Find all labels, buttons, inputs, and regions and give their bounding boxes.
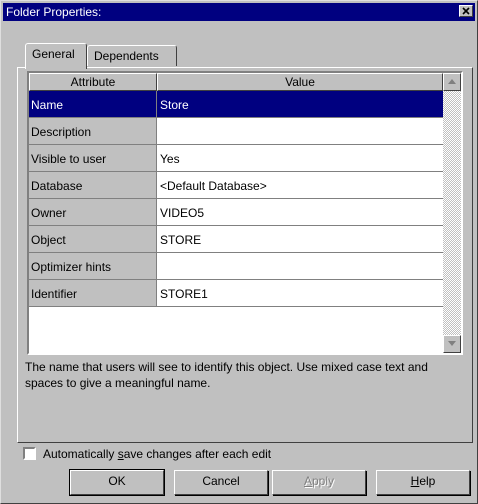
table-row[interactable]: Optimizer hints (29, 253, 443, 280)
folder-properties-dialog: Folder Properties: General Dependents At… (0, 0, 478, 504)
attribute-cell[interactable]: Visible to user (29, 145, 157, 172)
vertical-scrollbar[interactable] (443, 73, 461, 353)
help-button[interactable]: Help (376, 470, 470, 495)
close-button[interactable] (459, 5, 473, 17)
autosave-label: Automatically save changes after each ed… (43, 447, 272, 461)
tab-dependents[interactable]: Dependents (87, 45, 177, 66)
column-header-value[interactable]: Value (157, 73, 443, 91)
close-icon (462, 7, 470, 15)
attribute-cell[interactable]: Description (29, 118, 157, 145)
value-cell[interactable] (157, 118, 443, 145)
table-row[interactable]: Visible to user Yes (29, 145, 443, 172)
column-header-attribute[interactable]: Attribute (29, 73, 157, 91)
table-row[interactable]: Description (29, 118, 443, 145)
apply-button[interactable]: Apply (272, 470, 366, 495)
table-row[interactable]: Object STORE (29, 226, 443, 253)
value-cell[interactable]: Store (157, 91, 443, 118)
value-cell[interactable]: Yes (157, 145, 443, 172)
tab-general[interactable]: General (25, 43, 87, 69)
attribute-grid: Attribute Value Name Store Description Visi… (27, 71, 463, 355)
arrow-down-icon (448, 341, 456, 346)
table-row[interactable]: Name Store (29, 91, 443, 118)
value-cell[interactable]: STORE1 (157, 280, 443, 307)
title-bar: Folder Properties: (3, 3, 475, 21)
scroll-down-button[interactable] (443, 335, 461, 353)
attribute-description: The name that users will see to identify… (25, 360, 428, 390)
value-cell[interactable]: VIDEO5 (157, 199, 443, 226)
table-row[interactable]: Identifier STORE1 (29, 280, 443, 307)
scroll-up-button[interactable] (443, 73, 461, 91)
tab-general-label: General (32, 47, 75, 61)
ok-button[interactable]: OK (69, 469, 165, 496)
attribute-grid-body: Attribute Value Name Store Description Visi… (29, 73, 443, 353)
table-row[interactable]: Owner VIDEO5 (29, 199, 443, 226)
cancel-button[interactable]: Cancel (174, 470, 268, 495)
value-cell[interactable]: STORE (157, 226, 443, 253)
value-cell[interactable]: <Default Database> (157, 172, 443, 199)
value-cell[interactable] (157, 253, 443, 280)
attribute-cell[interactable]: Name (29, 91, 157, 118)
attribute-cell[interactable]: Database (29, 172, 157, 199)
arrow-up-icon (448, 79, 456, 84)
table-row[interactable]: Database <Default Database> (29, 172, 443, 199)
attribute-cell[interactable]: Identifier (29, 280, 157, 307)
autosave-checkbox[interactable] (23, 447, 36, 460)
window-title: Folder Properties: (6, 5, 102, 19)
attribute-cell[interactable]: Owner (29, 199, 157, 226)
attribute-cell[interactable]: Optimizer hints (29, 253, 157, 280)
tab-dependents-label: Dependents (94, 49, 159, 63)
attribute-cell[interactable]: Object (29, 226, 157, 253)
